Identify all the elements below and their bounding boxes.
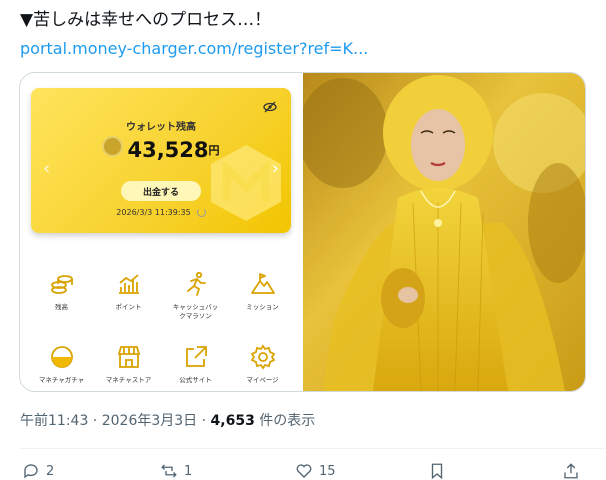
- reply-count: 2: [46, 463, 55, 479]
- tweet-date[interactable]: 2026年3月3日: [102, 413, 197, 429]
- currency-label: 円: [208, 144, 220, 157]
- view-count-suffix: 件の表示: [259, 413, 316, 429]
- media-card[interactable]: ウォレット残高 ‹ › 43,528円 出金する 2026/3/3 11:39:…: [19, 72, 586, 392]
- view-count: 4,653: [210, 413, 255, 429]
- menu-label-official-site: 公式サイト: [179, 376, 212, 384]
- menu-label-cashback: キャッシュバッ クマラソン: [162, 303, 229, 321]
- withdraw-button[interactable]: 出金する: [121, 181, 201, 201]
- wallet-title: ウォレット残高: [126, 122, 196, 133]
- gear-icon: [250, 344, 275, 370]
- chart-icon: [118, 274, 139, 294]
- timestamp-text: 2026/3/3 11:39:35: [116, 208, 191, 217]
- heart-icon: [296, 464, 312, 478]
- reply-button[interactable]: 2: [22, 462, 54, 480]
- balance-row: 43,528円: [31, 135, 291, 162]
- tweet-link[interactable]: portal.money-charger.com/register?ref=K.…: [20, 38, 368, 60]
- balance-amount: 43,528: [127, 138, 209, 162]
- coins-icon: [50, 275, 73, 294]
- bookmark-icon: [431, 463, 443, 480]
- share-button[interactable]: [562, 462, 580, 480]
- menu-label-mypage: マイページ: [246, 376, 279, 384]
- menu-label-gacha: マネチャガチャ: [38, 376, 85, 384]
- menu-label-balance: 残高: [55, 303, 68, 311]
- menu-label-store: マネチャストア: [105, 376, 152, 384]
- menu-item-points[interactable]: ポイント: [95, 271, 162, 312]
- wallet-card: ウォレット残高 ‹ › 43,528円 出金する 2026/3/3 11:39:…: [31, 88, 291, 233]
- menu-item-gacha[interactable]: マネチャガチャ: [28, 344, 95, 385]
- share-icon: [564, 463, 578, 479]
- menu-item-mypage[interactable]: マイページ: [229, 344, 296, 385]
- menu-item-mission[interactable]: ミッション: [229, 271, 296, 312]
- menu-item-balance[interactable]: 残高: [28, 271, 95, 312]
- wallet-timestamp: 2026/3/3 11:39:35: [31, 208, 291, 217]
- menu-label-cashback-line2: クマラソン: [179, 312, 212, 320]
- store-icon: [117, 346, 140, 368]
- refresh-icon[interactable]: [196, 208, 206, 217]
- photo-woman-in-gold[interactable]: [303, 73, 585, 391]
- coin-icon: [102, 135, 124, 157]
- runner-icon: [186, 271, 206, 296]
- repost-count: 1: [184, 463, 193, 479]
- tweet-time[interactable]: 午前11:43: [20, 413, 88, 429]
- menu-item-official-site[interactable]: 公式サイト: [162, 344, 229, 385]
- repost-button[interactable]: 1: [160, 462, 192, 480]
- like-count: 15: [319, 463, 336, 479]
- app-screenshot: ウォレット残高 ‹ › 43,528円 出金する 2026/3/3 11:39:…: [20, 73, 302, 391]
- eye-off-icon[interactable]: [263, 101, 277, 113]
- external-link-icon: [185, 346, 207, 367]
- tweet-meta: 午前11:43 · 2026年3月3日 · 4,653 件の表示: [20, 413, 316, 429]
- gacha-icon: [50, 346, 73, 368]
- menu-item-cashback[interactable]: キャッシュバッ クマラソン: [162, 271, 229, 321]
- divider: [20, 448, 606, 449]
- tweet-text: ▼苦しみは幸せへのプロセス…！: [20, 10, 272, 30]
- menu-item-store[interactable]: マネチャストア: [95, 344, 162, 385]
- menu-label-cashback-line1: キャッシュバッ: [172, 303, 219, 311]
- menu-label-points: ポイント: [115, 303, 142, 311]
- repost-icon: [161, 464, 177, 478]
- bookmark-button[interactable]: [428, 462, 446, 480]
- like-button[interactable]: 15: [295, 462, 336, 480]
- gold-photo-illustration: [303, 73, 585, 391]
- menu-label-mission: ミッション: [246, 303, 279, 311]
- reply-icon: [24, 464, 38, 479]
- mountain-icon: [250, 273, 275, 294]
